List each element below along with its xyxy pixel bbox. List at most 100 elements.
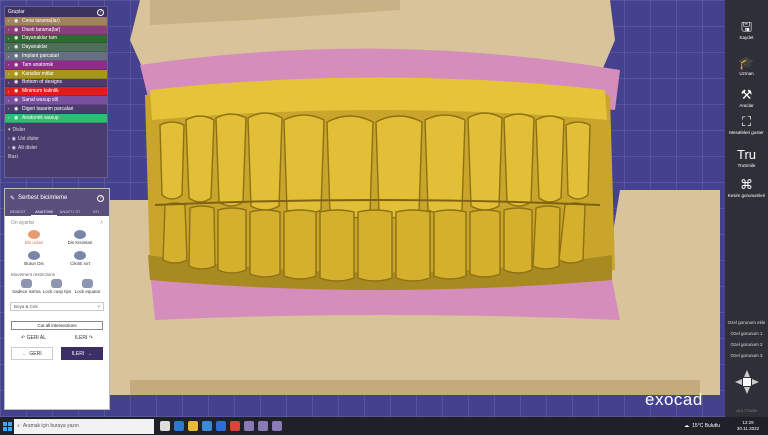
eye-icon[interactable]: ◉ — [14, 44, 20, 50]
group-row[interactable]: › ◉ Kanallar mitlar — [5, 69, 107, 79]
custom-view-button[interactable]: Ozel gorunum 3 — [725, 353, 768, 358]
tab-bebedt[interactable]: BEBEDT — [5, 207, 31, 216]
redo-button[interactable]: ILERI ↷ — [75, 335, 93, 341]
lower-teeth-row[interactable]: › ◉ Alt disler — [5, 144, 107, 153]
eye-icon[interactable]: ◉ — [14, 71, 20, 77]
eye-icon[interactable]: ◉ — [14, 79, 20, 85]
start-button[interactable] — [0, 417, 14, 435]
group-row[interactable]: › ◉ Dayanaklar — [5, 43, 107, 53]
weather-widget[interactable]: ☁ 15°C Bulutlu — [684, 423, 720, 429]
chevron-right-icon[interactable]: › — [8, 62, 12, 67]
exocad-app-icon-3[interactable] — [272, 421, 282, 431]
movement-option[interactable]: Lock cusp tips — [42, 279, 73, 294]
base-section-title[interactable]: Bazi — [5, 153, 107, 162]
group-row[interactable]: › ◉ Anatomik waxup — [5, 113, 107, 123]
right-toolbar: 🖫 Kaydet 🎓 Uzman ⚒ Araclar ⛶ Mesafeleri goster T… — [725, 0, 768, 417]
eye-icon[interactable]: ◉ — [14, 35, 20, 41]
save-icon: 🖫 — [740, 19, 753, 34]
tab-ati[interactable]: ATI — [83, 207, 109, 216]
system-clock[interactable]: 12:29 30.11.2022 — [728, 420, 768, 432]
group-row[interactable]: › ◉ Sanal waxup stil — [5, 96, 107, 105]
chevron-right-icon[interactable]: › — [8, 18, 12, 23]
help-icon[interactable]: ? — [97, 194, 104, 202]
custom-view-button[interactable]: Ozel gorunum ekle — [725, 320, 768, 325]
taskbar-search[interactable]: ⌕ Aramak için buraya yazın — [14, 418, 154, 434]
group-label: Digeri tasarim parcalari — [22, 105, 74, 112]
preset-option[interactable]: Cikinti sırt — [57, 251, 103, 266]
help-icon[interactable]: ? — [97, 8, 104, 16]
eye-icon[interactable]: ◉ — [14, 88, 20, 94]
chevron-right-icon[interactable]: › — [8, 71, 12, 76]
file-explorer-icon[interactable] — [188, 421, 198, 431]
chevron-right-icon[interactable]: › — [8, 36, 12, 41]
eye-icon[interactable]: ◉ — [14, 27, 20, 33]
group-row[interactable]: › ◉ Ceria tarama(lar) — [5, 17, 107, 26]
tab-anapti-st[interactable]: ANAPTI ST — [57, 207, 83, 216]
paint-pull-section[interactable]: Boya & Cek ˅ — [10, 302, 104, 311]
eye-icon[interactable]: ◉ — [12, 136, 16, 142]
custom-view-button[interactable]: Ozel gorunum 2 — [725, 342, 768, 347]
group-row[interactable]: › ◉ Implant parcalari — [5, 52, 107, 61]
preset-option[interactable]: Dis ucları — [11, 230, 57, 245]
redo-icon: ↷ — [88, 335, 93, 341]
chevron-right-icon[interactable]: › — [8, 54, 12, 59]
group-row[interactable]: › ◉ Dayanaklar tam — [5, 34, 107, 44]
chevron-right-icon[interactable]: › — [8, 80, 12, 85]
exocad-app-icon[interactable] — [244, 421, 254, 431]
view-navigator-icon[interactable] — [735, 370, 759, 394]
chevron-right-icon[interactable]: › — [8, 106, 12, 111]
trusmile-icon: Tru — [736, 147, 757, 162]
upper-teeth-row[interactable]: › ◉ Ust disler — [5, 135, 107, 144]
eye-icon[interactable]: ◉ — [12, 145, 16, 151]
undo-button[interactable]: ↶ GERI AL — [21, 335, 46, 341]
preset-option[interactable]: Dis Kisimlari — [57, 230, 103, 245]
cut-all-intersections-button[interactable]: Cut all intersections — [11, 321, 103, 330]
eye-icon[interactable]: ◉ — [14, 62, 20, 68]
tab-anatomi[interactable]: ANATOMI — [31, 207, 57, 216]
tooth-icon: ⌘ — [740, 177, 753, 192]
toolbar-tooth[interactable]: ⌘ Kesim gorunumleri — [725, 178, 768, 198]
preset-label: Dis ucları — [24, 240, 44, 245]
eye-icon[interactable]: ◉ — [14, 106, 20, 112]
preset-option[interactable]: Butun Dis — [11, 251, 57, 266]
chevron-up-icon: ˄ — [100, 220, 103, 226]
toolbar-mortarboard[interactable]: 🎓 Uzman — [725, 56, 768, 76]
chrome-icon[interactable] — [230, 421, 240, 431]
exocad-app-icon-2[interactable] — [258, 421, 268, 431]
chevron-right-icon[interactable]: › — [8, 89, 12, 94]
toolbar-save[interactable]: 🖫 Kaydet — [725, 20, 768, 40]
chevron-right-icon[interactable]: › — [8, 27, 12, 32]
toolbar-label: Uzman — [739, 71, 754, 76]
chevron-right-icon[interactable]: › — [8, 45, 12, 50]
presets-header[interactable]: On ayarlar ˄ — [5, 216, 109, 228]
teeth-section-title[interactable]: ▾ Disler — [5, 126, 107, 135]
group-row[interactable]: › ◉ Bottom of designs — [5, 78, 107, 88]
tool-tabs: BEBEDT ANATOMI ANAPTI ST ATI — [5, 207, 109, 216]
store-icon[interactable] — [202, 421, 212, 431]
group-row[interactable]: › ◉ Tam anatomik — [5, 60, 107, 70]
edge-icon[interactable] — [174, 421, 184, 431]
eye-icon[interactable]: ◉ — [14, 115, 20, 121]
toolbar-tools[interactable]: ⚒ Araclar — [725, 88, 768, 108]
group-row[interactable]: › ◉ Digeri tasarim parcalari — [5, 104, 107, 114]
mail-icon[interactable] — [216, 421, 226, 431]
chevron-right-icon[interactable]: › — [8, 98, 12, 103]
eye-icon[interactable]: ◉ — [14, 97, 20, 103]
task-view-icon[interactable] — [160, 421, 170, 431]
version-label: v3.0-7734/64 — [736, 409, 757, 413]
toolbar-trusmile[interactable]: Tru TruSmile — [725, 148, 768, 168]
next-button[interactable]: ILERI → — [61, 347, 103, 360]
group-row[interactable]: › ◉ Minimum kalinlik — [5, 87, 107, 97]
group-row[interactable]: › ◉ Diseti tarama(lar) — [5, 25, 107, 35]
freeform-tool-panel: ✎ Serbest bicimleme ? BEBEDT ANATOMI ANAPT… — [4, 188, 110, 410]
eye-icon[interactable]: ◉ — [14, 53, 20, 59]
custom-view-button[interactable]: Ozel gorunum 1 — [725, 331, 768, 336]
movement-option[interactable]: Sadece isirma — [11, 279, 42, 294]
eye-icon[interactable]: ◉ — [14, 18, 20, 24]
toolbar-distance[interactable]: ⛶ Mesafeleri goster — [725, 115, 768, 135]
movement-option[interactable]: Lock equator — [72, 279, 103, 294]
toolbar-label: TruSmile — [737, 163, 756, 168]
chevron-right-icon[interactable]: › — [8, 115, 12, 120]
preset-label: Butun Dis — [24, 261, 44, 266]
back-button[interactable]: ← GERI — [11, 347, 53, 360]
